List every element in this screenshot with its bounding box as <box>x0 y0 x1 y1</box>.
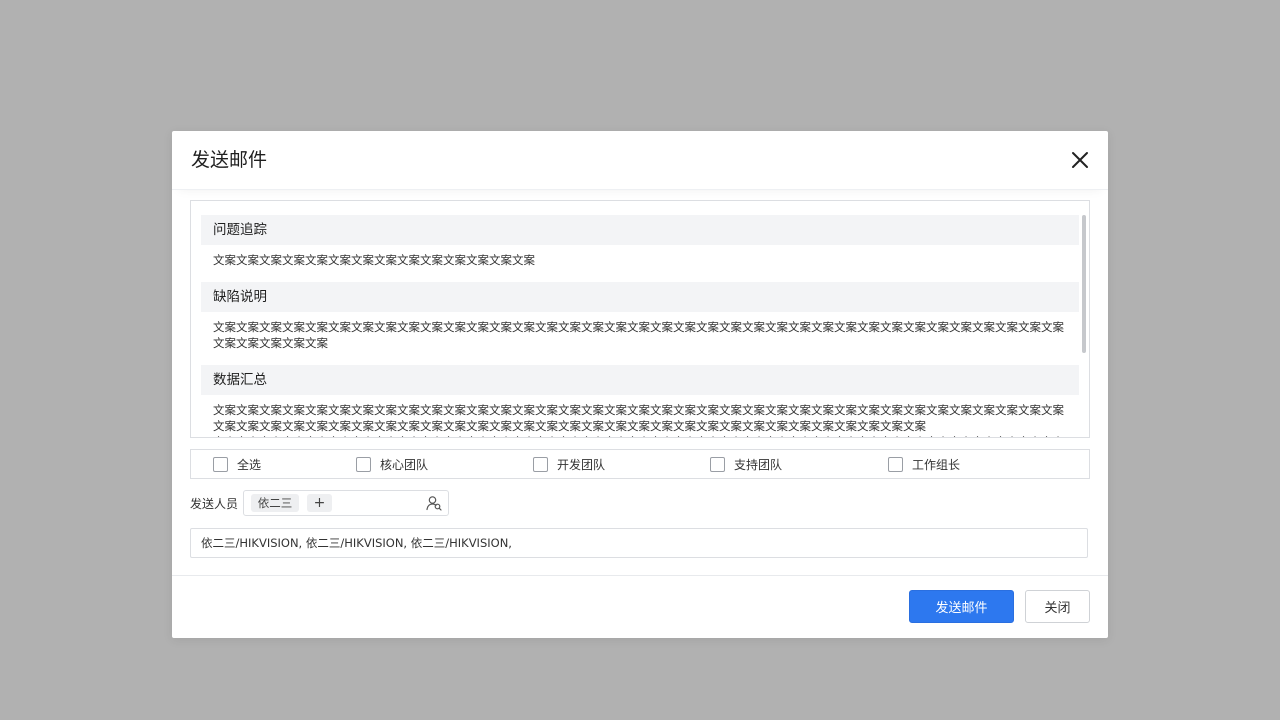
sender-label: 发送人员 <box>190 497 239 511</box>
content-sections: 问题追踪 文案文案文案文案文案文案文案文案文案文案文案文案文案文案 缺陷说明 文… <box>201 215 1079 437</box>
sender-tag[interactable]: 依二三 <box>251 494 299 512</box>
close-icon <box>1072 152 1088 168</box>
mail-content-panel[interactable]: 问题追踪 文案文案文案文案文案文案文案文案文案文案文案文案文案文案 缺陷说明 文… <box>190 200 1090 438</box>
section-body: 文案文案文案文案文案文案文案文案文案文案文案文案文案文案文案文案文案文案文案文案… <box>213 320 1064 350</box>
sender-picker-field[interactable]: 依二三 + <box>243 490 449 516</box>
send-mail-button[interactable]: 发送邮件 <box>909 590 1014 623</box>
footer-divider <box>172 575 1108 576</box>
send-mail-dialog: 发送邮件 问题追踪 文案文案文案文案文案文案文案文案文案文案文案文案文案文案 缺… <box>172 131 1108 638</box>
checkbox-team-leads[interactable]: 工作组长 <box>888 456 960 473</box>
checkbox-box[interactable] <box>710 457 725 472</box>
recipients-input[interactable] <box>190 528 1088 558</box>
checkbox-box[interactable] <box>533 457 548 472</box>
dialog-title: 发送邮件 <box>191 149 268 171</box>
section-body: 文案文案文案文案文案文案文案文案文案文案文案文案文案文案 <box>213 253 535 267</box>
checkbox-box[interactable] <box>888 457 903 472</box>
checkbox-box[interactable] <box>213 457 228 472</box>
content-scrollbar[interactable] <box>1082 215 1086 427</box>
scrollbar-thumb[interactable] <box>1082 215 1086 353</box>
team-checkbox-group: 全选 核心团队 开发团队 支持团队 工作组长 <box>190 449 1090 479</box>
section-title: 数据汇总 <box>201 365 1079 395</box>
section-title: 缺陷说明 <box>201 282 1079 312</box>
checkbox-label: 全选 <box>237 458 262 472</box>
checkbox-label: 支持团队 <box>734 458 783 472</box>
checkbox-label: 工作组长 <box>912 458 961 472</box>
checkbox-select-all[interactable]: 全选 <box>213 456 261 473</box>
person-icon[interactable] <box>426 495 442 511</box>
close-dialog-button[interactable]: 关闭 <box>1025 590 1090 623</box>
checkbox-box[interactable] <box>356 457 371 472</box>
checkbox-label: 开发团队 <box>557 458 606 472</box>
checkbox-support-team[interactable]: 支持团队 <box>710 456 782 473</box>
section-body: 文案文案文案文案文案文案文案文案文案文案文案文案文案文案文案文案文案文案文案文案… <box>213 403 1064 437</box>
add-sender-button[interactable]: + <box>307 494 332 512</box>
dialog-header: 发送邮件 <box>172 131 1108 190</box>
checkbox-label: 核心团队 <box>380 458 429 472</box>
close-button[interactable] <box>1068 148 1092 172</box>
checkbox-core-team[interactable]: 核心团队 <box>356 456 428 473</box>
checkbox-dev-team[interactable]: 开发团队 <box>533 456 605 473</box>
section-title: 问题追踪 <box>201 215 1079 245</box>
